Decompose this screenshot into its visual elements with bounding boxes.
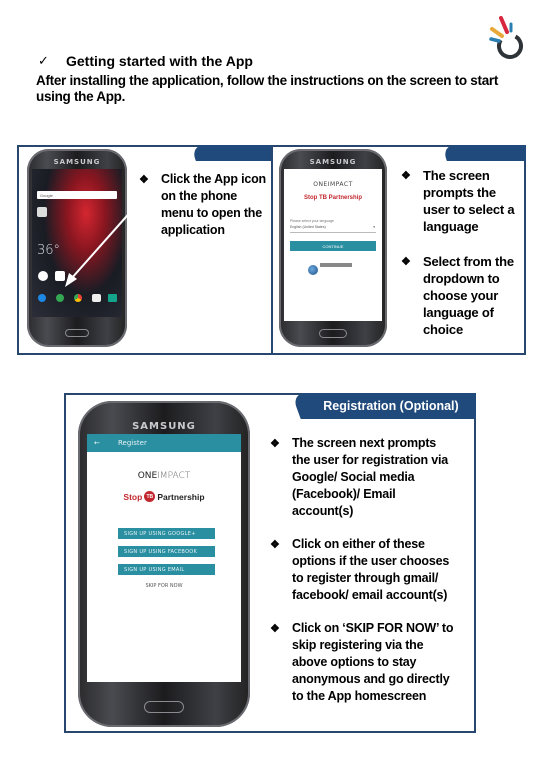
skip-for-now-link[interactable]: SKIP FOR NOW bbox=[87, 583, 241, 589]
bullet-item: ❖ The screen next prompts the user for r… bbox=[270, 436, 449, 518]
section-heading: ✓ Getting started with the App bbox=[38, 53, 253, 69]
step3-frame: Registration (Optional) SAMSUNG ← Regist… bbox=[64, 393, 476, 733]
partner-logo: Stop TB Partnership bbox=[303, 195, 362, 201]
play-store-icon[interactable] bbox=[38, 271, 48, 281]
bullet-item: ❖ The screen prompts the user to select … bbox=[401, 168, 515, 234]
phone-brand: SAMSUNG bbox=[53, 158, 101, 166]
phone-home-button bbox=[319, 329, 347, 338]
phone-brand: SAMSUNG bbox=[132, 421, 196, 432]
stop-tb-logo: Stop TB Partnership bbox=[123, 491, 205, 502]
signup-google-button[interactable]: SIGN UP USING GOOGLE+ bbox=[118, 528, 215, 539]
bullet-item: ❖ Click on either of these options if th… bbox=[270, 537, 450, 602]
bullet-diamond-icon: ❖ bbox=[270, 438, 280, 450]
step2-bullets: ❖ The screen prompts the user to select … bbox=[401, 167, 521, 354]
step1-frame: SAMSUNG Google 36° ❖ Click the App icon … bbox=[17, 145, 273, 355]
globe-icon bbox=[308, 265, 318, 275]
bullet-diamond-icon: ❖ bbox=[139, 174, 149, 186]
bullet-diamond-icon: ❖ bbox=[401, 170, 411, 182]
intro-text: After installing the application, follow… bbox=[36, 73, 499, 104]
dropdown-arrow-icon: ▾ bbox=[373, 225, 375, 229]
register-title: Register bbox=[118, 439, 147, 447]
phone-brand: SAMSUNG bbox=[309, 158, 357, 166]
step2-frame: SAMSUNG ONEIMPACT Stop TB Partnership Pl… bbox=[271, 145, 526, 355]
step2-tab bbox=[454, 145, 526, 161]
tb-badge: TB bbox=[144, 491, 156, 502]
oneimpact-logo: ONEIMPACT bbox=[137, 471, 191, 481]
bullet-item: ❖ Select from the dropdown to choose you… bbox=[401, 254, 514, 337]
app-name-logo: ONEIMPACT bbox=[313, 181, 353, 188]
section-title: Getting started with the App bbox=[66, 53, 253, 69]
register-screen: ← Register ONEIMPACT Stop TB Partnership… bbox=[87, 434, 241, 682]
step3-bullets: ❖ The screen next prompts the user for r… bbox=[270, 435, 455, 721]
language-label: Please select your language bbox=[290, 219, 334, 223]
dock-phone-icon[interactable] bbox=[38, 294, 46, 302]
registration-tab: Registration (Optional) bbox=[306, 393, 476, 419]
continue-button[interactable]: CONTINUE bbox=[290, 241, 376, 251]
back-arrow-icon[interactable]: ← bbox=[94, 439, 118, 447]
language-badge bbox=[320, 263, 352, 267]
step3-phone: SAMSUNG ← Register ONEIMPACT Stop TB Par… bbox=[78, 401, 250, 727]
language-select-screen: ONEIMPACT Stop TB Partnership Please sel… bbox=[284, 169, 382, 321]
bullet-item: ❖ Click the App icon on the phone menu t… bbox=[139, 172, 266, 237]
bullet-item: ❖ Click on ‘SKIP FOR NOW’ to skip regist… bbox=[270, 621, 454, 703]
step1-bullets: ❖ Click the App icon on the phone menu t… bbox=[139, 171, 267, 255]
bullet-diamond-icon: ❖ bbox=[270, 623, 280, 635]
step1-tab bbox=[203, 145, 273, 161]
phone-home-button bbox=[65, 329, 89, 337]
phone-home-button bbox=[144, 701, 184, 713]
language-dropdown[interactable]: English (United States) ▾ bbox=[290, 225, 376, 233]
bullet-diamond-icon: ❖ bbox=[270, 539, 280, 551]
step2-phone: SAMSUNG ONEIMPACT Stop TB Partnership Pl… bbox=[279, 149, 387, 347]
app-icon-gallery[interactable] bbox=[37, 207, 47, 217]
oneimpact-logo-icon bbox=[489, 16, 523, 59]
signup-facebook-button[interactable]: SIGN UP USING FACEBOOK bbox=[118, 546, 215, 557]
register-header: ← Register bbox=[87, 434, 241, 452]
signup-email-button[interactable]: SIGN UP USING EMAIL bbox=[118, 564, 215, 575]
checkmark-icon: ✓ bbox=[38, 53, 49, 68]
bullet-diamond-icon: ❖ bbox=[401, 256, 411, 268]
